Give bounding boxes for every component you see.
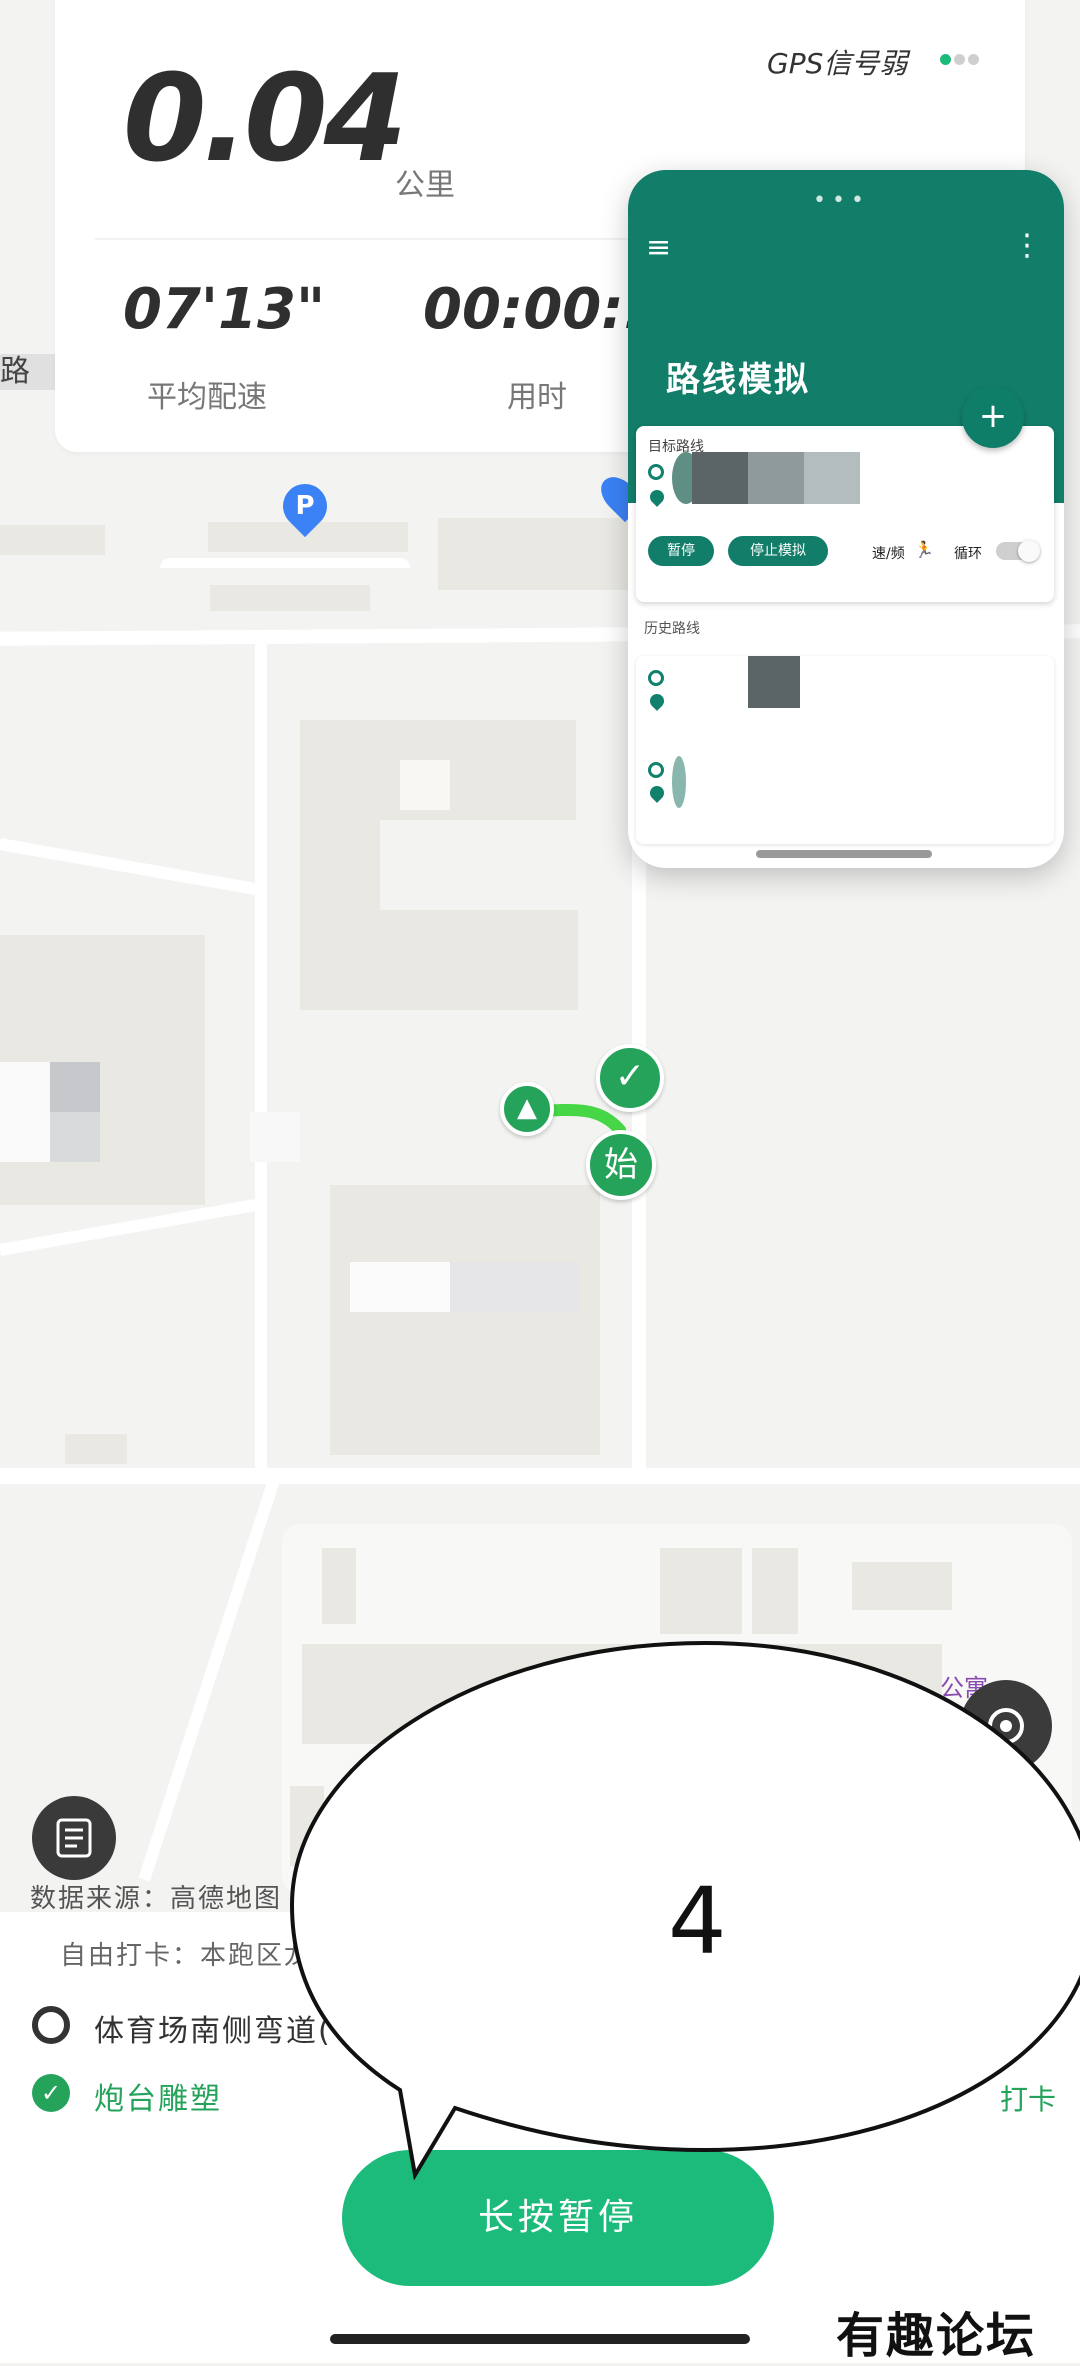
overlay-title: 路线模拟 — [666, 360, 810, 400]
running-icon[interactable]: 🏃 — [914, 540, 934, 559]
route-start-icon — [648, 762, 664, 778]
add-route-button[interactable]: + — [962, 386, 1024, 448]
map-building — [300, 820, 380, 910]
start-marker: 始 — [586, 1130, 656, 1200]
map-road — [138, 1478, 280, 1882]
gps-signal-dot — [940, 54, 951, 65]
distance-value: 0.04 — [123, 50, 407, 189]
map-road — [0, 838, 258, 896]
map-building — [210, 585, 370, 611]
mosaic-block — [0, 1062, 50, 1162]
mosaic-block — [350, 1262, 450, 1312]
history-route-label: 历史路线 — [644, 621, 700, 637]
map-building — [322, 1548, 356, 1624]
map-building — [660, 1548, 742, 1634]
map-building — [330, 1185, 600, 1455]
mosaic-block — [804, 452, 860, 504]
more-options-icon[interactable]: ⋮ — [1012, 228, 1042, 263]
mosaic-block — [748, 656, 800, 708]
checkpoint-item[interactable]: 炮台雕塑 — [94, 2074, 222, 2118]
current-position-arrow-icon: ▲ — [500, 1082, 554, 1136]
map-building — [65, 1434, 127, 1464]
map-road — [160, 558, 410, 568]
map-road — [0, 1198, 258, 1256]
map-building — [852, 1562, 952, 1610]
pause-simulation-button[interactable]: 暂停 — [648, 536, 714, 566]
mosaic-block — [50, 1112, 100, 1162]
map-building — [0, 525, 105, 555]
gps-signal-dot — [954, 54, 965, 65]
parking-pin-icon[interactable]: P — [273, 474, 337, 538]
mosaic-block — [400, 760, 450, 810]
pace-label: 平均配速 — [147, 380, 267, 415]
window-drag-handle[interactable]: ••• — [813, 188, 870, 213]
gps-signal-dot — [968, 54, 979, 65]
map-building — [438, 518, 628, 590]
route-end-pin-icon — [647, 487, 667, 507]
loop-label: 循环 — [954, 546, 982, 562]
log-button[interactable] — [32, 1796, 116, 1880]
gps-status-label: GPS信号弱 — [767, 47, 908, 80]
watermark: 有趣论坛 — [836, 2308, 1037, 2364]
route-end-pin-icon — [647, 783, 667, 803]
route-start-icon — [648, 464, 664, 480]
checkpoint-done-icon: ✓ — [32, 2074, 70, 2112]
mosaic-block — [748, 452, 804, 504]
menu-icon[interactable]: ≡ — [646, 230, 671, 265]
map-building — [752, 1548, 798, 1634]
route-start-icon — [648, 670, 664, 686]
mosaic-block — [692, 452, 748, 504]
map-building — [300, 910, 578, 1010]
loop-toggle[interactable] — [996, 540, 1040, 562]
stop-simulation-button[interactable]: 停止模拟 — [728, 536, 828, 566]
duration-label: 用时 — [507, 380, 567, 415]
target-route-card: 目标路线 暂停 停止模拟 速/频 🏃 循环 — [636, 426, 1054, 602]
free-checkin-label: 自由打卡：本跑区龙 — [60, 1941, 313, 1971]
mosaic-block — [672, 756, 686, 808]
checkpoint-check-icon: ✓ — [596, 1044, 664, 1112]
history-route-list[interactable] — [636, 656, 1054, 844]
home-indicator[interactable] — [330, 2334, 750, 2344]
bubble-text: 4 — [668, 1868, 727, 1975]
map-road — [0, 1468, 1080, 1484]
route-end-pin-icon — [647, 691, 667, 711]
document-icon — [56, 1818, 92, 1858]
distance-unit: 公里 — [395, 168, 455, 203]
checkpoint-pending-icon — [32, 2006, 70, 2044]
window-resize-handle[interactable] — [756, 850, 932, 858]
data-source-label: 数据来源：高德地图 — [30, 1884, 283, 1914]
map-road — [255, 630, 267, 1480]
divider — [95, 238, 695, 240]
mosaic-block — [450, 1262, 580, 1312]
mosaic-block — [50, 1062, 100, 1112]
route-simulation-window[interactable]: ••• ≡ ⋮ 路线模拟 目标路线 暂停 停止模拟 速/频 🏃 循环 历史路线 … — [628, 170, 1064, 868]
mosaic-block — [250, 1112, 300, 1162]
pace-value: 07'13" — [123, 277, 326, 342]
road-label: 路 — [0, 354, 30, 389]
speed-label[interactable]: 速/频 — [872, 543, 905, 563]
